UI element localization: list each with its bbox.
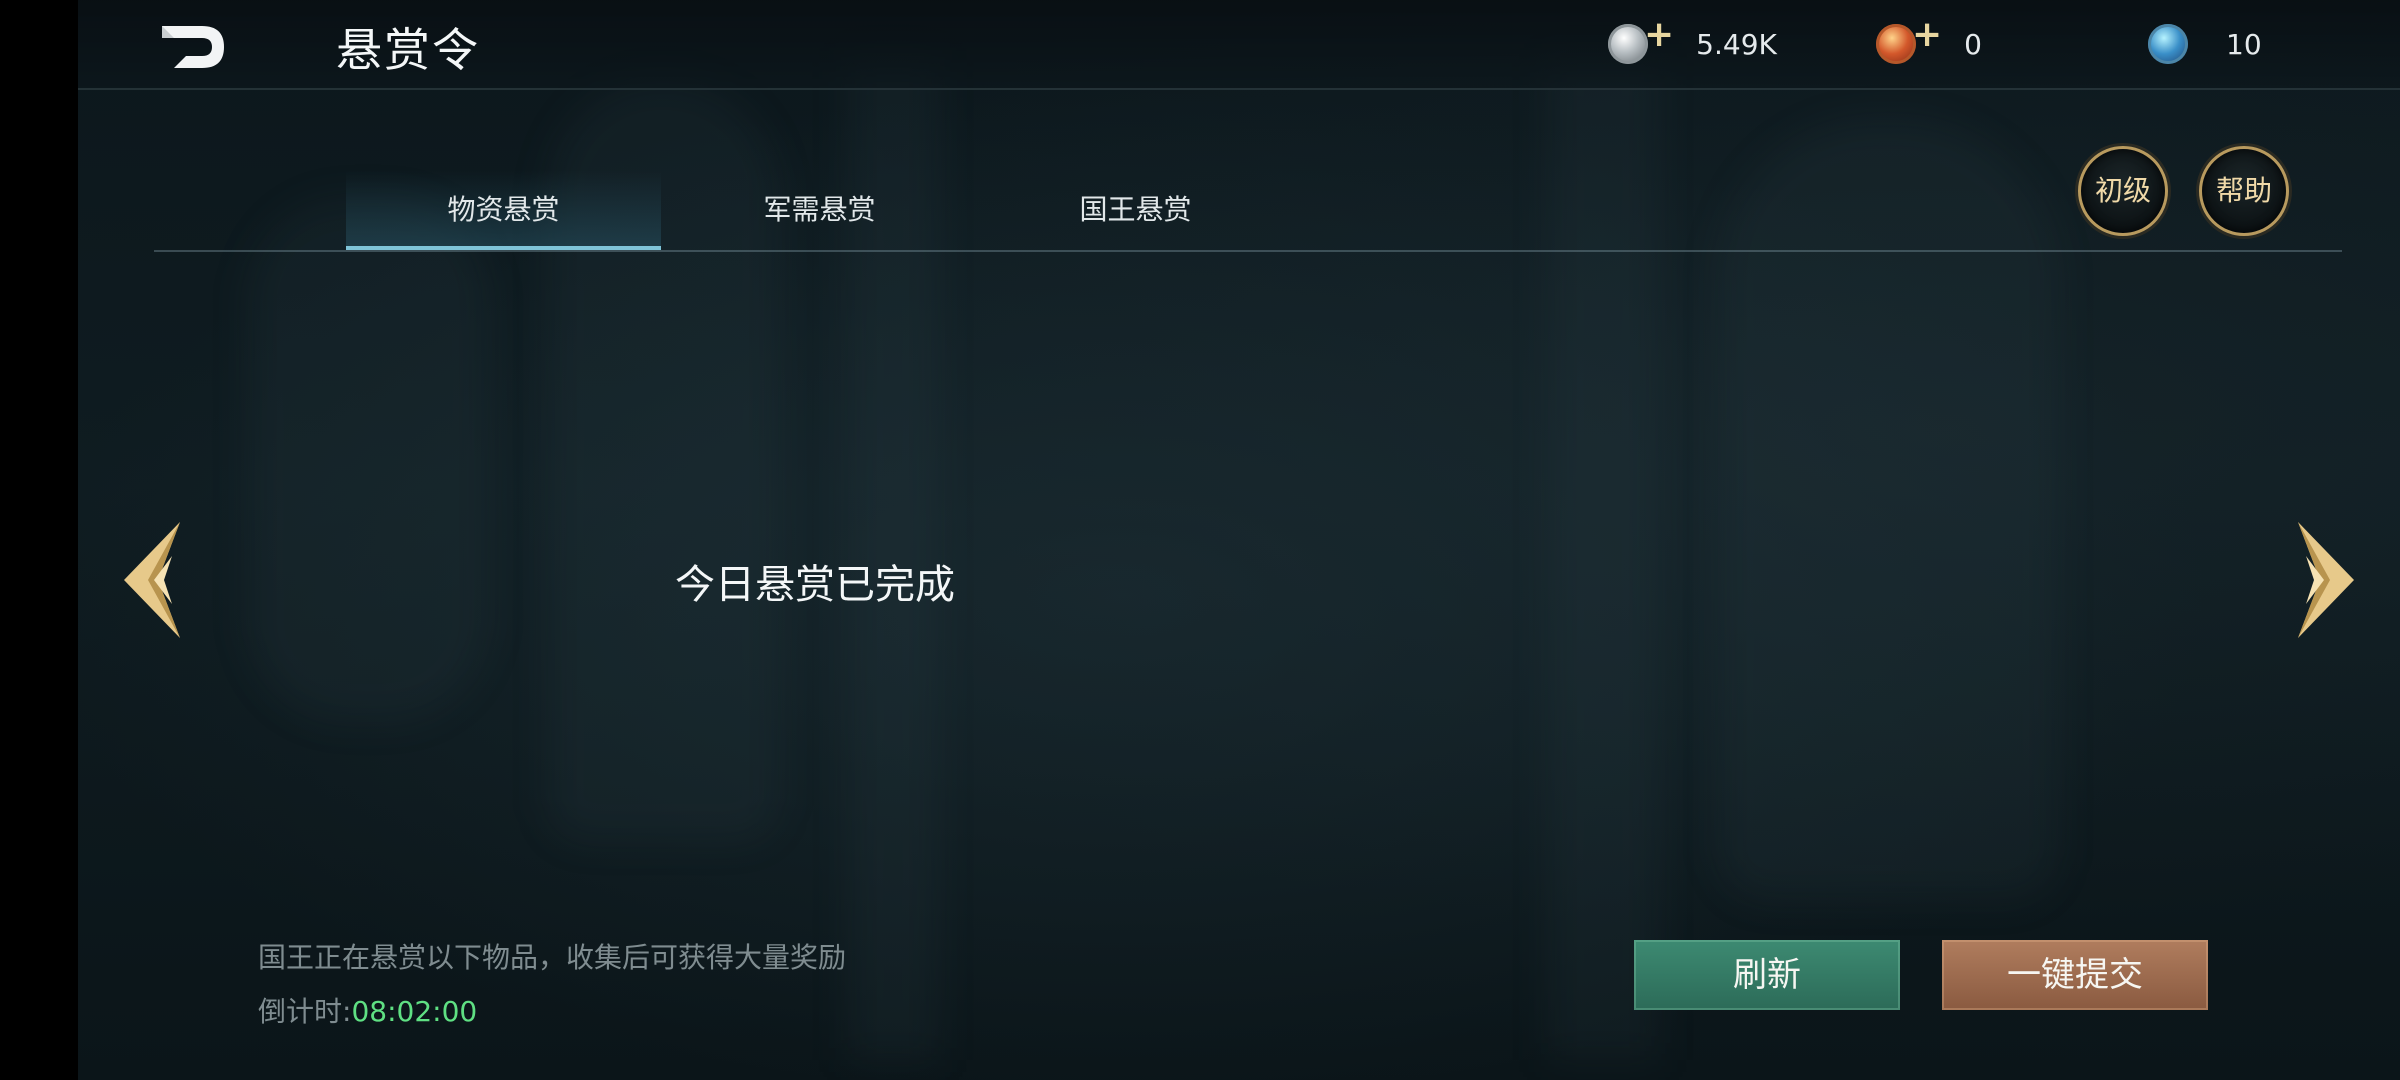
submit-all-button[interactable]: 一键提交: [1942, 940, 2208, 1010]
background-scene: [78, 0, 2400, 1080]
silver-coin-icon: [1608, 24, 1648, 64]
countdown: 倒计时:08:02:00: [258, 990, 477, 1030]
gold-amount: 0: [1964, 27, 1982, 61]
bounty-complete-message: 今日悬赏已完成: [675, 562, 955, 608]
help-button[interactable]: 帮助: [2199, 146, 2289, 236]
back-arrow-icon: [162, 26, 224, 68]
gem-orb-icon: [2148, 24, 2188, 64]
resource-gold: + 0: [1876, 14, 1982, 70]
add-silver-plus-icon[interactable]: +: [1644, 14, 1674, 55]
chevron-right-icon: [2298, 522, 2354, 638]
top-bar: 悬赏令 + 5.49K + 0 10: [78, 0, 2400, 90]
bg-shadow: [248, 200, 488, 720]
tab-military-bounty[interactable]: 军需悬赏: [662, 170, 977, 248]
countdown-timer: 08:02:00: [351, 995, 478, 1028]
add-gold-plus-icon[interactable]: +: [1912, 14, 1942, 55]
silver-amount: 5.49K: [1696, 27, 1777, 61]
next-page-button[interactable]: [2290, 518, 2360, 642]
resource-gem: 10: [2148, 18, 2262, 70]
tab-king-bounty[interactable]: 国王悬赏: [978, 170, 1293, 248]
bounty-tabs: 物资悬赏 军需悬赏 国王悬赏: [154, 170, 2342, 252]
tab-supply-bounty[interactable]: 物资悬赏: [346, 170, 661, 250]
resource-silver: + 5.49K: [1608, 14, 1777, 70]
bounty-hint-text: 国王正在悬赏以下物品，收集后可获得大量奖励: [258, 941, 847, 974]
gold-token-icon: [1876, 24, 1916, 64]
level-button[interactable]: 初级: [2078, 146, 2168, 236]
page-title: 悬赏令: [336, 23, 480, 77]
refresh-button[interactable]: 刷新: [1634, 940, 1900, 1010]
gem-amount: 10: [2226, 27, 2262, 61]
screen-left-edge: [0, 0, 78, 1080]
back-button[interactable]: [158, 22, 230, 72]
countdown-label: 倒计时:: [258, 995, 352, 1028]
